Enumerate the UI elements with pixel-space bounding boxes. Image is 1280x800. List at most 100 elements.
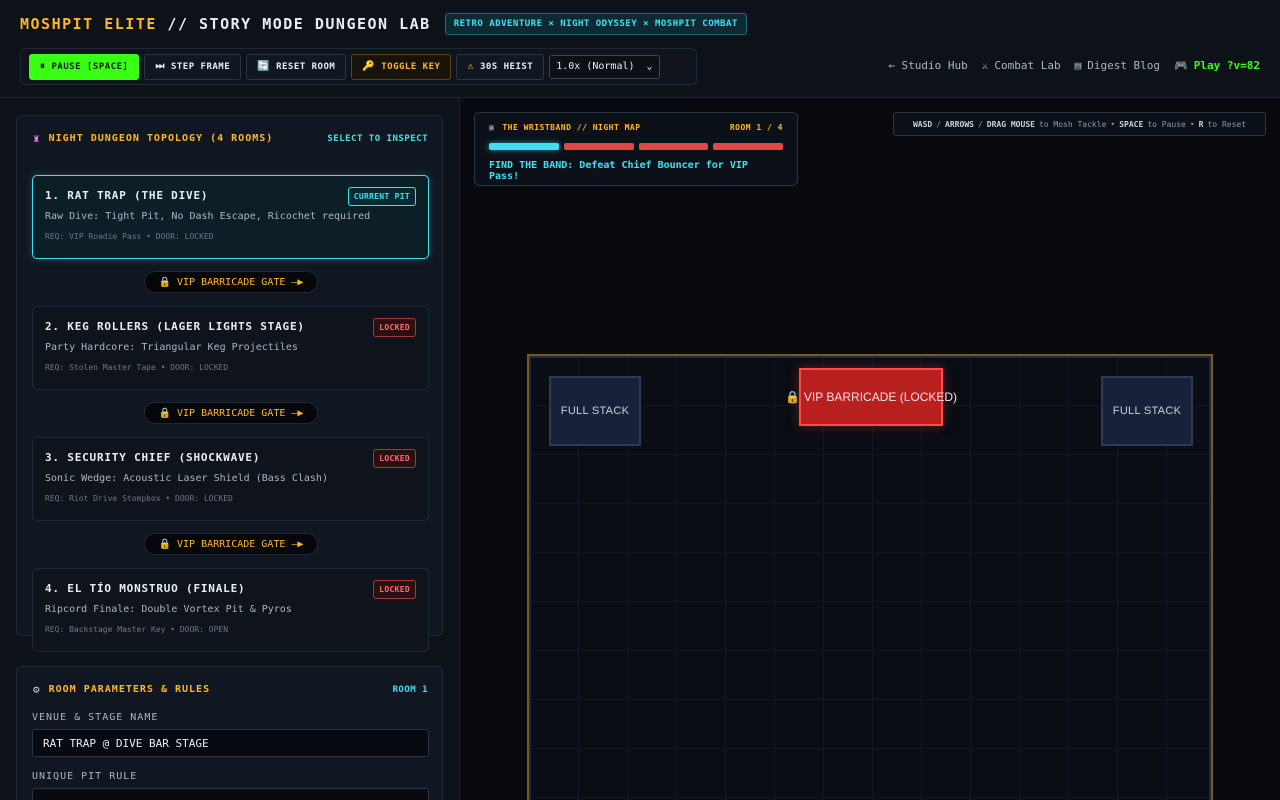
speed-value: 1.0x (Normal) (556, 61, 635, 72)
hint-tackle: to Mosh Tackle (1038, 119, 1107, 129)
arrow-right-icon: —▶ (291, 276, 304, 288)
status-badge: LOCKED (373, 318, 416, 337)
room-req: REQ: VIP Roadie Pass • DOOR: LOCKED (45, 232, 214, 241)
room-card-2[interactable]: 2. KEG ROLLERS (LAGER LIGHTS STAGE) Part… (32, 306, 429, 390)
progress-segment-2 (563, 143, 634, 150)
reset-label: RESET ROOM (276, 61, 336, 72)
game-stage: ▣ THE WRISTBAND // NIGHT MAP ROOM 1 / 4 F… (460, 98, 1280, 800)
pause-label: PAUSE [SPACE] (51, 61, 129, 72)
lock-icon: 🔒 (158, 538, 172, 550)
app-header: MOSHPIT ELITE // STORY MODE DUNGEON LAB … (0, 0, 1280, 98)
room-params-panel: ⚙ ROOM PARAMETERS & RULES ROOM 1 VENUE & … (16, 666, 443, 800)
topology-panel: ♜ NIGHT DUNGEON TOPOLOGY (4 ROOMS) SELECT… (16, 115, 443, 652)
venue-label: VENUE & STAGE NAME (32, 712, 159, 723)
sep: / (936, 119, 942, 129)
room-desc: Party Hardcore: Triangular Keg Projectil… (45, 342, 298, 353)
castle-icon: ♜ (33, 132, 41, 145)
params-header: ⚙ ROOM PARAMETERS & RULES ROOM 1 (33, 683, 428, 696)
room-req: REQ: Stolen Master Tape • DOOR: LOCKED (45, 363, 229, 372)
progress-segment-3 (638, 143, 709, 150)
pit-rule-label: UNIQUE PIT RULE (32, 771, 138, 782)
params-title-text: ROOM PARAMETERS & RULES (48, 684, 211, 695)
gate-label: VIP BARRICADE GATE (177, 276, 286, 288)
toggle-key-button[interactable]: 🔑 TOGGLE KEY (351, 53, 452, 80)
sep: • (1110, 119, 1116, 129)
objective-text: FIND THE BAND: Defeat Chief Bouncer for … (489, 160, 748, 182)
room-card-3[interactable]: 3. SECURITY CHIEF (SHOCKWAVE) Sonic Wedg… (32, 437, 429, 521)
sep: • (1189, 119, 1195, 129)
venue-value: RAT TRAP @ DIVE BAR STAGE (43, 736, 209, 750)
newspaper-icon: ▤ (1074, 59, 1082, 72)
title-rest: // STORY MODE DUNGEON LAB (156, 15, 431, 33)
tagline-badge: RETRO ADVENTURE × NIGHT ODYSSEY × MOSHPI… (444, 13, 747, 35)
topology-title-text: NIGHT DUNGEON TOPOLOGY (4 ROOMS) (48, 133, 274, 144)
pause-icon: ⏸ (40, 61, 46, 72)
speaker-stack-right: FULL STACK (1101, 376, 1193, 446)
room-desc: Raw Dive: Tight Pit, No Dash Escape, Ric… (45, 211, 371, 222)
toggle-key-label: TOGGLE KEY (381, 61, 441, 72)
studio-hub-link[interactable]: ← Studio Hub (888, 59, 967, 72)
room-card-4[interactable]: 4. EL TÍO MONSTRUO (FINALE) Ripcord Fina… (32, 568, 429, 652)
vip-barricade: 🔒 VIP BARRICADE (LOCKED) (785, 368, 957, 426)
status-badge: CURRENT PIT (347, 187, 416, 206)
skip-icon: ⏭ (155, 61, 165, 72)
map-header: ▣ THE WRISTBAND // NIGHT MAP ROOM 1 / 4 (489, 123, 783, 132)
map-title-text: THE WRISTBAND // NIGHT MAP (502, 123, 641, 132)
combat-lab-label: Combat Lab (994, 59, 1061, 72)
top-nav: ← Studio Hub ⚔ Combat Lab ▤ Digest Blog 🎮 P… (888, 59, 1260, 72)
room-req: REQ: Backstage Master Key • DOOR: OPEN (45, 625, 229, 634)
play-label: Play ?v=82 (1193, 59, 1260, 72)
gate-connector-2: 🔒 VIP BARRICADE GATE —▶ (144, 402, 318, 424)
title-row: MOSHPIT ELITE // STORY MODE DUNGEON LAB … (20, 13, 747, 35)
warning-icon: ⚠ (467, 61, 474, 72)
gear-icon: ⚙ (33, 683, 41, 696)
speed-select[interactable]: 1.0x (Normal) ⌄ (549, 54, 660, 79)
game-arena[interactable]: FULL STACK 🔒 VIP BARRICADE (LOCKED) FULL … (527, 354, 1213, 800)
gate-connector-1: 🔒 VIP BARRICADE GATE —▶ (144, 271, 318, 293)
hint-pause: to Pause (1147, 119, 1186, 129)
pause-button[interactable]: ⏸ PAUSE [SPACE] (29, 53, 140, 80)
params-title: ⚙ ROOM PARAMETERS & RULES (33, 683, 210, 696)
heist-button[interactable]: ⚠ 30S HEIST (456, 53, 545, 80)
room-desc: Ripcord Finale: Double Vortex Pit & Pyro… (45, 604, 292, 615)
chevron-down-icon: ⌄ (646, 61, 653, 72)
room-req: REQ: Riot Drive Stompbox • DOOR: LOCKED (45, 494, 233, 503)
step-frame-button[interactable]: ⏭ STEP FRAME (144, 53, 242, 80)
combat-lab-link[interactable]: ⚔ Combat Lab (982, 59, 1061, 72)
arrow-right-icon: —▶ (291, 407, 304, 419)
room-name: 3. SECURITY CHIEF (SHOCKWAVE) (45, 451, 261, 464)
lock-icon: 🔒 (784, 390, 800, 404)
play-link[interactable]: 🎮 Play ?v=82 (1174, 59, 1260, 72)
key-space: SPACE (1119, 119, 1144, 129)
controls-hint: WASD / ARROWS / DRAG MOUSE to Mosh Tackle •… (893, 112, 1266, 136)
digest-blog-label: Digest Blog (1087, 59, 1161, 72)
arrow-right-icon: —▶ (291, 538, 304, 550)
room-card-1[interactable]: 1. RAT TRAP (THE DIVE) Raw Dive: Tight P… (32, 175, 429, 259)
studio-hub-label: ← Studio Hub (888, 59, 968, 72)
night-map-card: ▣ THE WRISTBAND // NIGHT MAP ROOM 1 / 4 F… (474, 112, 798, 186)
barricade-label: VIP BARRICADE (LOCKED) (803, 390, 958, 404)
gamepad-icon: 🎮 (1174, 59, 1188, 72)
left-sidebar: ♜ NIGHT DUNGEON TOPOLOGY (4 ROOMS) SELECT… (0, 98, 460, 800)
key-icon: 🔑 (362, 61, 376, 72)
brand-name: MOSHPIT ELITE (20, 15, 157, 33)
status-badge: LOCKED (373, 580, 416, 599)
hint-reset: to Reset (1207, 119, 1247, 129)
lock-icon: 🔒 (158, 407, 172, 419)
venue-input[interactable]: RAT TRAP @ DIVE BAR STAGE (32, 729, 429, 757)
key-drag-mouse: DRAG MOUSE (986, 119, 1035, 129)
progress-segment-1 (489, 143, 559, 150)
swords-icon: ⚔ (981, 59, 989, 72)
key-r: R (1198, 119, 1204, 129)
key-wasd: WASD (912, 119, 933, 129)
room-name: 4. EL TÍO MONSTRUO (FINALE) (45, 582, 246, 595)
reset-room-button[interactable]: 🔄 RESET ROOM (246, 53, 347, 80)
gate-label: VIP BARRICADE GATE (177, 407, 286, 419)
digest-blog-link[interactable]: ▤ Digest Blog (1075, 59, 1160, 72)
gate-connector-3: 🔒 VIP BARRICADE GATE —▶ (144, 533, 318, 555)
lock-icon: 🔒 (158, 276, 172, 288)
gate-label: VIP BARRICADE GATE (177, 538, 286, 550)
pit-rule-input[interactable] (32, 788, 429, 800)
status-badge: LOCKED (373, 449, 416, 468)
map-title: ▣ THE WRISTBAND // NIGHT MAP (489, 123, 641, 132)
